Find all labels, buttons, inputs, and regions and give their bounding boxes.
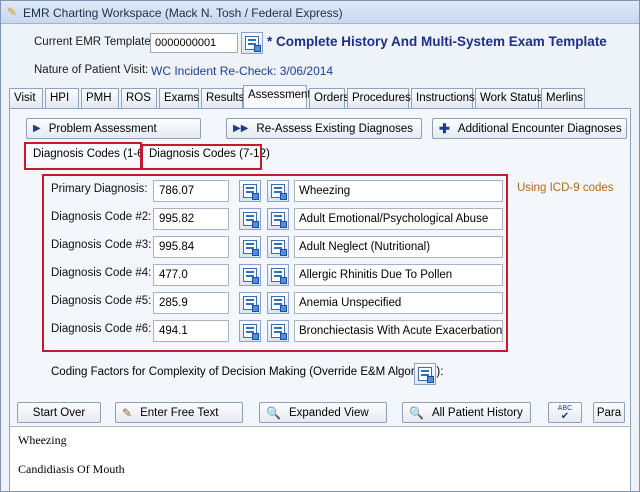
code-lookup-icon — [271, 296, 287, 312]
code-lookup-icon — [243, 184, 259, 200]
dx-label-6: Diagnosis Code #6: — [51, 323, 152, 335]
visit-label: Nature of Patient Visit: — [34, 64, 149, 76]
tab-pmh[interactable]: PMH — [81, 88, 119, 108]
dx-code-1[interactable]: 786.07 — [153, 180, 229, 202]
dx-desc-1[interactable]: Wheezing — [294, 180, 503, 202]
code-lookup-icon — [243, 324, 259, 340]
dx-label-1: Primary Diagnosis: — [51, 183, 148, 195]
dx-label-3: Diagnosis Code #3: — [51, 239, 152, 251]
code-lookup-icon — [243, 240, 259, 256]
tab-exams[interactable]: Exams — [159, 88, 199, 108]
dx-label-5: Diagnosis Code #5: — [51, 295, 152, 307]
dx-lookup-button-3[interactable] — [239, 236, 261, 258]
dx-desc-5[interactable]: Anemia Unspecified — [294, 292, 503, 314]
para-button[interactable]: Para — [593, 402, 625, 423]
code-lookup-icon — [271, 324, 287, 340]
dx-search-button-2[interactable] — [267, 208, 289, 230]
assessment-notes-area[interactable]: Wheezing Candidiasis Of Mouth — [10, 426, 630, 491]
tab-hpi[interactable]: HPI — [45, 88, 79, 108]
magnifier-icon: 🔍 — [266, 405, 281, 420]
dx-lookup-button-2[interactable] — [239, 208, 261, 230]
dx-desc-2[interactable]: Adult Emotional/Psychological Abuse — [294, 208, 503, 230]
dx-search-button-1[interactable] — [267, 180, 289, 202]
template-name: * Complete History And Multi-System Exam… — [267, 34, 607, 49]
start-over-button[interactable]: Start Over — [17, 402, 101, 423]
dx-lookup-button-5[interactable] — [239, 292, 261, 314]
free-text-button[interactable]: ✎ Enter Free Text — [115, 402, 243, 423]
tab-visit[interactable]: Visit — [9, 88, 43, 108]
code-lookup-icon — [271, 184, 287, 200]
tab-work-status[interactable]: Work Status — [475, 88, 542, 108]
dx-code-5[interactable]: 285.9 — [153, 292, 229, 314]
check-mark-icon: ✔ — [560, 410, 570, 422]
code-lookup-icon — [271, 268, 287, 284]
reassess-button[interactable]: ▶▶ Re-Assess Existing Diagnoses — [226, 118, 422, 139]
icd-version-note: Using ICD-9 codes — [517, 182, 614, 194]
dx-code-3[interactable]: 995.84 — [153, 236, 229, 258]
highlight-subtab-2 — [141, 144, 262, 170]
dx-code-6[interactable]: 494.1 — [153, 320, 229, 342]
history-icon: 🔍 — [409, 405, 424, 420]
template-lookup-button[interactable] — [241, 32, 263, 54]
code-lookup-icon — [418, 367, 434, 383]
pencil-icon: ✎ — [122, 405, 133, 420]
all-patient-history-button[interactable]: 🔍 All Patient History — [402, 402, 531, 423]
fast-forward-icon: ▶▶ — [233, 123, 249, 134]
expanded-view-button[interactable]: 🔍 Expanded View — [259, 402, 387, 423]
spell-check-button[interactable]: ABC ✔ — [548, 402, 582, 423]
dx-desc-4[interactable]: Allergic Rhinitis Due To Pollen — [294, 264, 503, 286]
plus-icon: ✚ — [439, 120, 450, 136]
visit-value-link[interactable]: WC Incident Re-Check: 3/06/2014 — [151, 64, 333, 78]
template-number-field[interactable]: 0000000001 — [150, 33, 238, 53]
code-lookup-icon — [243, 268, 259, 284]
dx-lookup-button-1[interactable] — [239, 180, 261, 202]
dx-desc-6[interactable]: Bronchiectasis With Acute Exacerbation — [294, 320, 503, 342]
note-line-1: Wheezing — [18, 433, 67, 447]
app-icon: ✎ — [7, 5, 18, 19]
window-title: EMR Charting Workspace (Mack N. Tosh / F… — [23, 6, 343, 20]
dx-code-4[interactable]: 477.0 — [153, 264, 229, 286]
tab-procedures[interactable]: Procedures — [347, 88, 411, 108]
tab-assessment[interactable]: Assessment — [243, 85, 311, 109]
code-lookup-icon — [245, 36, 261, 52]
play-icon: ▶ — [33, 123, 41, 134]
tab-merlins[interactable]: Merlins — [541, 88, 585, 108]
dx-search-button-3[interactable] — [267, 236, 289, 258]
dx-lookup-button-6[interactable] — [239, 320, 261, 342]
dx-search-button-5[interactable] — [267, 292, 289, 314]
template-label: Current EMR Template: — [34, 36, 154, 48]
coding-factors-label: Coding Factors for Complexity of Decisio… — [51, 366, 444, 378]
code-lookup-icon — [243, 296, 259, 312]
dx-label-2: Diagnosis Code #2: — [51, 211, 152, 223]
tab-orders[interactable]: Orders — [309, 88, 349, 108]
dx-search-button-4[interactable] — [267, 264, 289, 286]
note-line-2: Candidiasis Of Mouth — [18, 462, 125, 476]
coding-factors-button[interactable] — [414, 363, 436, 385]
code-lookup-icon — [243, 212, 259, 228]
dx-desc-3[interactable]: Adult Neglect (Nutritional) — [294, 236, 503, 258]
additional-diagnoses-button[interactable]: ✚ Additional Encounter Diagnoses — [432, 118, 627, 139]
dx-lookup-button-4[interactable] — [239, 264, 261, 286]
dx-search-button-6[interactable] — [267, 320, 289, 342]
dx-code-2[interactable]: 995.82 — [153, 208, 229, 230]
tab-results[interactable]: Results — [201, 88, 244, 108]
emr-window: ✎ EMR Charting Workspace (Mack N. Tosh /… — [0, 0, 640, 492]
highlight-subtab-1 — [24, 142, 142, 170]
tab-instructions[interactable]: Instructions — [411, 88, 475, 108]
code-lookup-icon — [271, 212, 287, 228]
dx-label-4: Diagnosis Code #4: — [51, 267, 152, 279]
code-lookup-icon — [271, 240, 287, 256]
tab-ros[interactable]: ROS — [121, 88, 157, 108]
title-bar: ✎ EMR Charting Workspace (Mack N. Tosh /… — [1, 1, 639, 24]
problem-assessment-button[interactable]: ▶ Problem Assessment — [26, 118, 201, 139]
